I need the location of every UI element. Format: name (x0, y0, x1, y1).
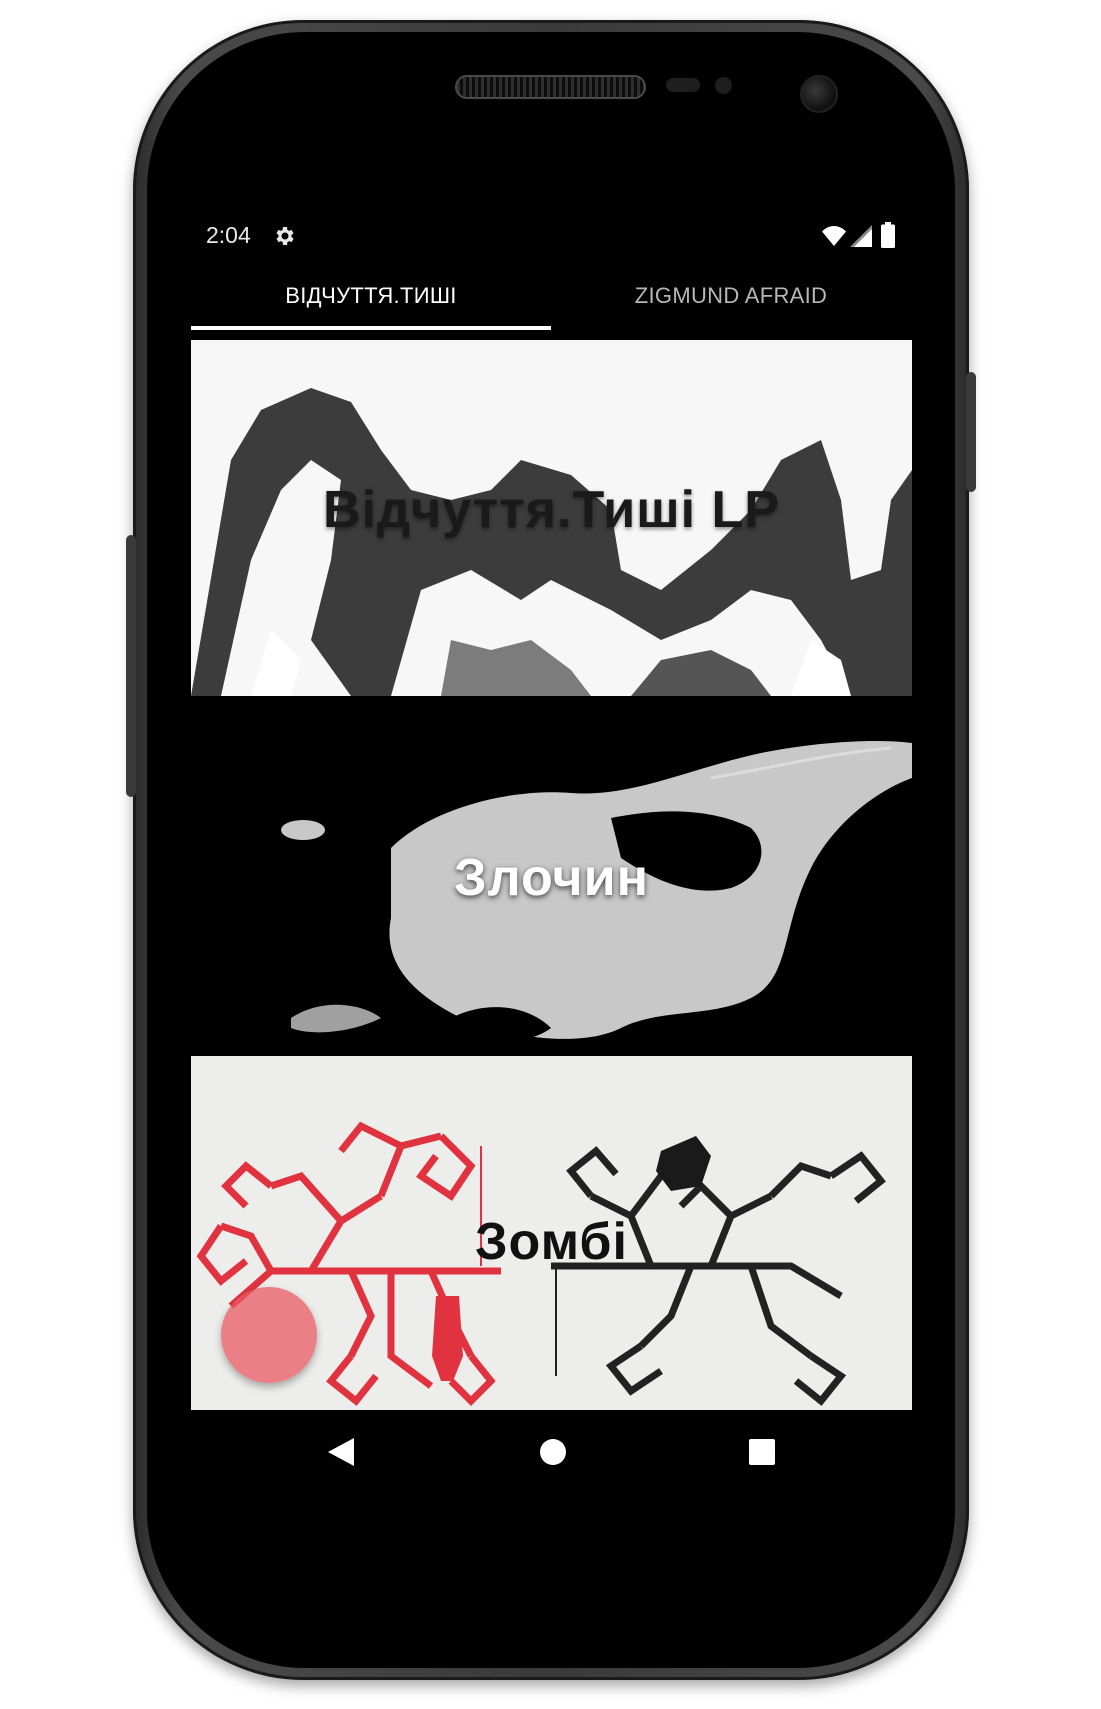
battery-icon (881, 222, 895, 248)
wifi-icon (822, 226, 846, 246)
album-list: Відчуття.Тиші LP Злочин Зомбі (191, 340, 912, 1412)
tab-label: ВІДЧУТТЯ.ТИШІ (285, 283, 457, 308)
tab-indicator (191, 326, 551, 330)
volume-button (126, 535, 136, 797)
home-icon[interactable] (539, 1438, 567, 1466)
device-screen: 2:04 ВІДЧУТТЯ.ТИШІ ZIGMUND AFRAID Відчут… (191, 212, 912, 1492)
fab-button[interactable] (221, 1287, 317, 1383)
tab-bar: ВІДЧУТТЯ.ТИШІ ZIGMUND AFRAID (191, 260, 912, 332)
front-camera (800, 75, 838, 113)
album-title: Злочин (454, 849, 649, 907)
album-card[interactable]: Злочин (191, 698, 912, 1054)
power-button (966, 372, 976, 492)
back-icon[interactable] (328, 1438, 354, 1466)
status-bar: 2:04 (191, 212, 912, 260)
proximity-sensor (666, 78, 700, 92)
status-time: 2:04 (206, 222, 251, 248)
tab-label: ZIGMUND AFRAID (634, 283, 828, 308)
signal-icon (850, 225, 872, 247)
recents-icon[interactable] (749, 1439, 775, 1465)
light-sensor (715, 77, 732, 94)
album-title: Зомбі (474, 1213, 628, 1271)
gear-icon (276, 227, 294, 245)
album-card[interactable]: Відчуття.Тиші LP (191, 340, 912, 696)
tab-vidchuttia-tyshi[interactable]: ВІДЧУТТЯ.ТИШІ (191, 260, 551, 332)
tab-zigmund-afraid[interactable]: ZIGMUND AFRAID (551, 260, 911, 332)
earpiece-speaker (455, 75, 646, 99)
album-title: Відчуття.Тиші LP (323, 481, 780, 539)
navigation-bar (191, 1410, 912, 1492)
